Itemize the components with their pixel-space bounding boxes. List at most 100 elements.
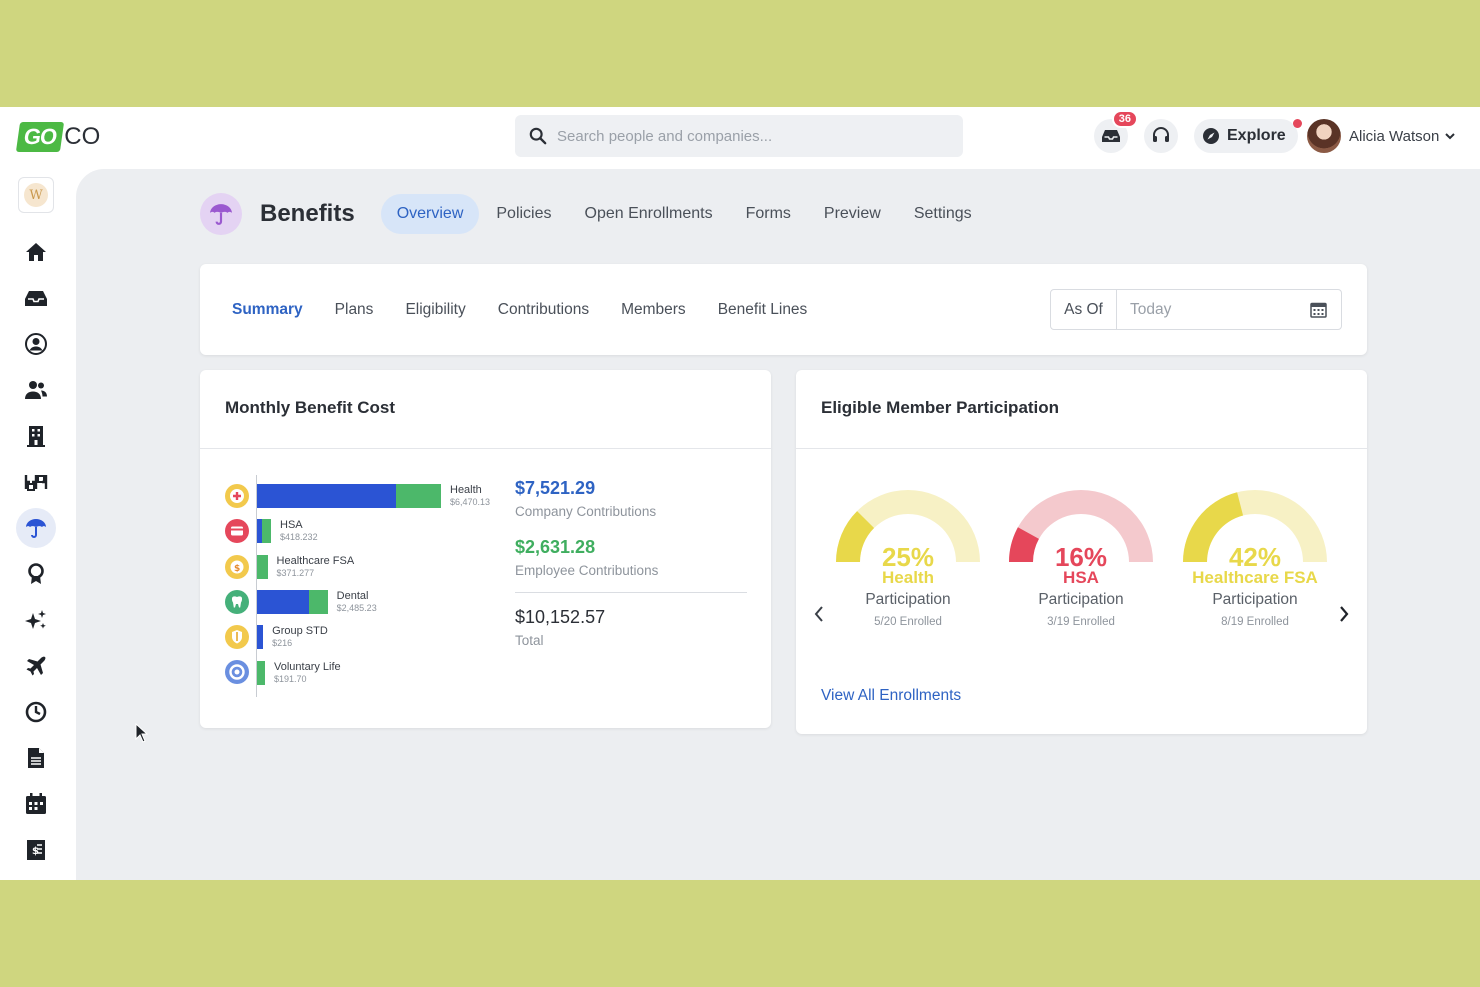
tab-overview[interactable]: Overview	[381, 194, 480, 234]
clock-icon	[25, 701, 47, 723]
sidebar-item-payroll[interactable]: $	[16, 830, 56, 870]
tab-preview[interactable]: Preview	[808, 194, 897, 234]
bar-company-health[interactable]	[257, 484, 396, 508]
bar-label-value: $216	[272, 637, 328, 649]
bar-company-dental[interactable]	[257, 590, 309, 614]
eligible-member-participation-card: Eligible Member Participation 25% Health…	[796, 370, 1367, 734]
dental-line-icon	[225, 590, 249, 614]
sidebar-item-time-off[interactable]	[16, 646, 56, 686]
bar-label-name: Health	[450, 484, 482, 496]
inbox-badge: 36	[1112, 110, 1138, 128]
search-bar[interactable]	[515, 115, 963, 157]
inbox-button[interactable]: 36	[1094, 119, 1128, 153]
life-ring-icon	[225, 660, 249, 684]
airplane-icon	[25, 655, 47, 677]
support-button[interactable]	[1144, 119, 1178, 153]
bar-employee-voluntary-life[interactable]	[257, 661, 265, 685]
bar-company-group-std[interactable]	[257, 625, 263, 649]
bar-label-value: $6,470.13	[450, 496, 490, 508]
subtab-eligibility[interactable]: Eligibility	[389, 301, 481, 319]
logo-co: CO	[64, 123, 100, 151]
inbox-icon	[1102, 128, 1120, 144]
as-of-date-input[interactable]	[1130, 301, 1300, 319]
divider	[796, 448, 1367, 449]
bar-employee-hsa[interactable]	[262, 519, 271, 543]
bar-employee-health[interactable]	[396, 484, 441, 508]
bar-label-name: Voluntary Life	[274, 661, 341, 673]
subtab-contributions[interactable]: Contributions	[482, 301, 605, 319]
sparkle-icon	[25, 609, 47, 631]
sidebar-item-documents[interactable]	[16, 738, 56, 778]
employee-contributions-label: Employee Contributions	[515, 563, 658, 578]
sidebar-item-company[interactable]	[16, 416, 56, 456]
chevron-right-icon	[1338, 605, 1350, 623]
sidebar-item-org-chart[interactable]	[16, 462, 56, 502]
search-icon	[529, 127, 547, 145]
search-input[interactable]	[557, 128, 937, 145]
view-all-enrollments-link[interactable]: View All Enrollments	[821, 687, 961, 705]
chevron-down-icon	[1444, 131, 1456, 141]
subtab-members[interactable]: Members	[605, 301, 702, 319]
sidebar-item-benefits[interactable]	[16, 508, 56, 548]
bar-employee-dental[interactable]	[309, 590, 328, 614]
bar-label-value: $191.70	[274, 673, 341, 685]
gauge-enrolled-count: 5/20 Enrolled	[828, 616, 988, 628]
subtab-plans[interactable]: Plans	[319, 301, 390, 319]
gauge-enrolled-count: 8/19 Enrolled	[1175, 616, 1335, 628]
subtab-summary[interactable]: Summary	[216, 301, 319, 319]
company-contributions-amount: $7,521.29	[515, 478, 595, 499]
monthly-benefit-cost-card: Monthly Benefit Cost $	[200, 370, 771, 728]
sidebar-item-ai[interactable]	[16, 600, 56, 640]
hsa-line-icon	[225, 519, 249, 543]
mouse-cursor-icon	[135, 723, 149, 743]
tab-policies[interactable]: Policies	[480, 194, 567, 234]
bar-label: Group STD$216	[272, 625, 328, 649]
carousel-prev-button[interactable]	[809, 602, 829, 626]
shield-icon	[225, 625, 249, 649]
sidebar-item-time-tracking[interactable]	[16, 692, 56, 732]
total-amount: $10,152.57	[515, 607, 605, 628]
umbrella-icon	[209, 202, 233, 226]
goco-logo[interactable]: GO CO	[18, 119, 100, 155]
sidebar-item-home[interactable]	[16, 232, 56, 272]
bar-employee-healthcare-fsa[interactable]	[257, 555, 268, 579]
svg-text:$: $	[32, 846, 39, 857]
logo-go: GO	[16, 122, 64, 152]
home-icon	[25, 242, 47, 262]
award-icon	[27, 563, 45, 585]
sidebar-item-inbox[interactable]	[16, 278, 56, 318]
compass-icon	[1202, 127, 1220, 145]
gauge-hsa[interactable]: 16% HSA Participation 3/19 Enrolled	[1001, 482, 1161, 628]
gauge-healthcare-fsa[interactable]: 42% Healthcare FSA Participation 8/19 En…	[1175, 482, 1335, 628]
user-name: Alicia Watson	[1349, 128, 1439, 145]
people-icon	[24, 380, 48, 400]
sidebar-item-profile[interactable]	[16, 324, 56, 364]
calendar-icon[interactable]	[1310, 301, 1327, 318]
sidebar-item-calendar[interactable]	[16, 784, 56, 824]
subtab-benefit-lines[interactable]: Benefit Lines	[702, 301, 824, 319]
sidebar-item-people[interactable]	[16, 370, 56, 410]
company-switcher[interactable]: W	[18, 177, 54, 213]
explore-button[interactable]: Explore	[1194, 119, 1298, 153]
heart-plus-icon	[225, 484, 249, 508]
main-content: Benefits Overview Policies Open Enrollme…	[76, 169, 1480, 880]
gauge-enrolled-count: 3/19 Enrolled	[1001, 616, 1161, 628]
tab-settings[interactable]: Settings	[898, 194, 988, 234]
tab-open-enrollments[interactable]: Open Enrollments	[569, 194, 729, 234]
sidebar-item-awards[interactable]	[16, 554, 56, 594]
page-tabs: Overview Policies Open Enrollments Forms…	[381, 194, 989, 234]
total-label: Total	[515, 633, 544, 648]
chevron-left-icon	[813, 605, 825, 623]
gauge-health[interactable]: 25% Health Participation 5/20 Enrolled	[828, 482, 988, 628]
tooth-icon	[225, 590, 249, 614]
user-menu[interactable]: Alicia Watson	[1307, 119, 1456, 153]
company-logo: W	[24, 183, 48, 207]
payroll-icon: $	[26, 839, 46, 861]
bar-label-name: Group STD	[272, 625, 328, 637]
carousel-next-button[interactable]	[1334, 602, 1354, 626]
document-icon	[27, 747, 45, 769]
calendar-icon	[25, 793, 47, 815]
divider	[515, 592, 747, 593]
tab-forms[interactable]: Forms	[730, 194, 807, 234]
as-of-date-picker: As Of	[1050, 289, 1342, 330]
